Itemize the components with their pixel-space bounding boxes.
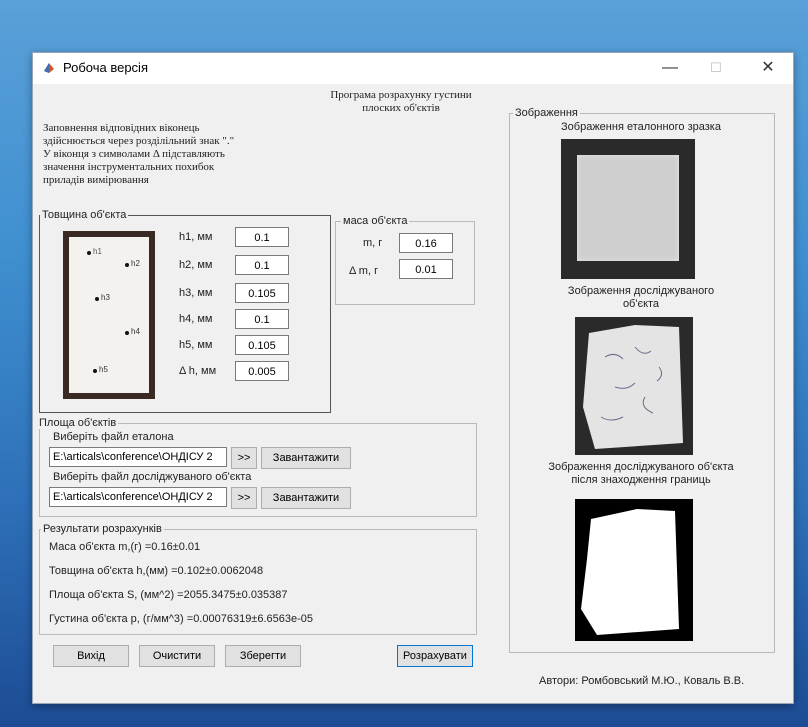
app-window: Робоча версія — ☐ ✕ Програма розрахунку …: [32, 52, 794, 704]
reference-file-label: Виберіть файл еталона: [53, 431, 174, 443]
point-h1-label: h1: [93, 247, 102, 256]
sample-file-input[interactable]: E:\articals\conference\ОНДІСУ 2: [49, 487, 227, 507]
boundary-image-title-line1: Зображення досліджуваного об'єкта: [548, 461, 734, 473]
result-density: Густина об'єкта р, (г/мм^3) =0.00076319±…: [49, 613, 314, 625]
h2-input[interactable]: 0.1: [235, 255, 289, 275]
program-title-line1: Програма розрахунку густини: [330, 89, 472, 101]
point-h3-marker: [95, 297, 99, 301]
h4-input[interactable]: 0.1: [235, 309, 289, 329]
h5-input[interactable]: 0.105: [235, 335, 289, 355]
instructions-text: Заповнення відповідних віконець здійснює…: [43, 122, 323, 187]
point-h5-label: h5: [99, 365, 108, 374]
sample-paper-shape: [583, 325, 683, 449]
point-h2-label: h2: [131, 259, 140, 268]
h3-label: h3, мм: [179, 287, 213, 299]
point-h3-label: h3: [101, 293, 110, 302]
reference-square: [577, 155, 679, 261]
result-thickness: Товщина об'єкта h,(мм) =0.102±0.0062048: [49, 565, 264, 577]
authors-text: Автори: Ромбовський М.Ю., Коваль В.В.: [539, 675, 745, 687]
sample-image: [575, 317, 693, 455]
calculate-button[interactable]: Розрахувати: [397, 645, 473, 667]
m-label: m, г: [363, 237, 383, 249]
reference-file-input[interactable]: E:\articals\conference\ОНДІСУ 2: [49, 447, 227, 467]
dm-label: Δ m, г: [349, 265, 379, 277]
dh-label: Δ h, мм: [179, 365, 217, 377]
h3-input[interactable]: 0.105: [235, 283, 289, 303]
instructions-line5: приладів вимірювання: [43, 174, 149, 186]
reference-browse-button[interactable]: >>: [231, 447, 257, 469]
matlab-icon: [44, 63, 54, 73]
minimize-button[interactable]: —: [647, 53, 693, 84]
area-legend: Площа об'єктів: [37, 417, 119, 429]
boundary-image-title: Зображення досліджуваного об'єкта після …: [509, 461, 773, 487]
thickness-legend: Товщина об'єкта: [40, 209, 129, 221]
maximize-button[interactable]: ☐: [693, 53, 739, 84]
point-h5-marker: [93, 369, 97, 373]
sample-image-title: Зображення досліджуваного об'єкта: [509, 285, 773, 311]
close-button[interactable]: ✕: [745, 53, 791, 84]
boundary-image-title-line2: після знаходження границь: [571, 474, 711, 486]
sample-image-title-line2: об'єкта: [622, 298, 660, 310]
instructions-line3: У віконця з символами Δ підставляють: [43, 148, 225, 160]
exit-button[interactable]: Вихід: [53, 645, 129, 667]
h1-label: h1, мм: [179, 231, 213, 243]
point-h2-marker: [125, 263, 129, 267]
result-area: Площа об'єкта S, (мм^2) =2055.3475±0.035…: [49, 589, 288, 601]
h1-input[interactable]: 0.1: [235, 227, 289, 247]
point-h1-marker: [87, 251, 91, 255]
sample-load-button[interactable]: Завантажити: [261, 487, 351, 509]
h2-label: h2, мм: [179, 259, 213, 271]
instructions-line2: здійснюється через розділільний знак ".": [43, 135, 235, 147]
dh-input[interactable]: 0.005: [235, 361, 289, 381]
program-title: Програма розрахунку густини плоских об'є…: [301, 89, 501, 115]
point-h4-marker: [125, 331, 129, 335]
boundary-mask-shape: [581, 509, 679, 635]
reference-image-title: Зображення еталонного зразка: [561, 121, 721, 133]
reference-image: [561, 139, 695, 279]
reference-load-button[interactable]: Завантажити: [261, 447, 351, 469]
sample-browse-button[interactable]: >>: [231, 487, 257, 509]
m-input[interactable]: 0.16: [399, 233, 453, 253]
h5-label: h5, мм: [179, 339, 213, 351]
h4-label: h4, мм: [179, 313, 213, 325]
clear-button[interactable]: Очистити: [139, 645, 215, 667]
title-bar: Робоча версія — ☐ ✕: [33, 53, 793, 84]
mass-legend: маса об'єкта: [341, 215, 410, 227]
instructions-line1: Заповнення відповідних віконець: [43, 122, 200, 134]
program-title-line2: плоских об'єктів: [362, 102, 440, 114]
save-button[interactable]: Зберегти: [225, 645, 301, 667]
result-mass: Маса об'єкта m,(г) =0.16±0.01: [49, 541, 201, 553]
sample-image-title-line1: Зображення досліджуваного: [567, 285, 715, 297]
point-h4-label: h4: [131, 327, 140, 336]
results-legend: Результати розрахунків: [41, 523, 164, 535]
dm-input[interactable]: 0.01: [399, 259, 453, 279]
thickness-sample-photo: h1 h2 h3 h4 h5: [63, 231, 155, 399]
boundary-image: [575, 499, 693, 641]
window-title: Робоча версія: [63, 60, 148, 75]
images-legend: Зображення: [513, 107, 580, 119]
sample-paper: h1 h2 h3 h4 h5: [69, 237, 149, 393]
sample-file-label: Виберіть файл досліджуваного об'єкта: [53, 471, 252, 483]
instructions-line4: значення інструментальних похибок: [43, 161, 215, 173]
